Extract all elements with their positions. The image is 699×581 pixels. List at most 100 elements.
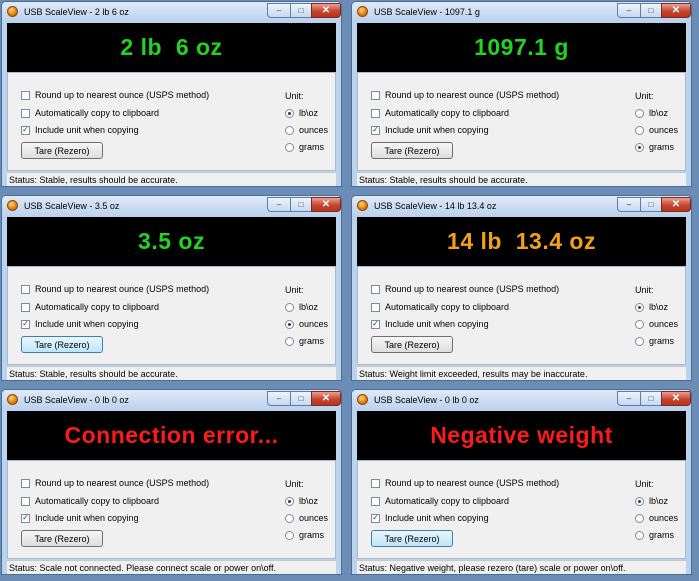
unit-ounces-option[interactable]: ounces [285, 512, 328, 524]
tare-button[interactable]: Tare (Rezero) [21, 142, 103, 159]
scale-app-icon[interactable] [357, 200, 368, 211]
round-up-option[interactable]: Round up to nearest ounce (USPS method) [371, 283, 559, 295]
title-bar[interactable]: USB ScaleView - 3.5 oz – □ ✕ [2, 196, 341, 217]
maximize-button[interactable]: □ [640, 3, 662, 18]
unit-grams-radio[interactable] [285, 530, 294, 540]
unit-ounces-radio[interactable] [635, 125, 644, 135]
auto-copy-option[interactable]: Automatically copy to clipboard [371, 301, 509, 313]
unit-grams-radio[interactable] [635, 530, 644, 540]
auto-copy-option[interactable]: Automatically copy to clipboard [21, 495, 159, 507]
unit-grams-radio[interactable] [285, 142, 294, 152]
minimize-button[interactable]: – [267, 3, 291, 18]
scale-app-icon[interactable] [7, 6, 18, 17]
tare-button[interactable]: Tare (Rezero) [371, 530, 453, 547]
unit-lboz-radio[interactable] [285, 108, 294, 118]
close-button[interactable]: ✕ [311, 3, 341, 18]
unit-ounces-radio[interactable] [285, 125, 294, 135]
unit-grams-option[interactable]: grams [285, 141, 324, 153]
title-bar[interactable]: USB ScaleView - 0 lb 0 oz – □ ✕ [2, 390, 341, 411]
round-up-checkbox[interactable] [21, 478, 30, 488]
close-button[interactable]: ✕ [311, 391, 341, 406]
auto-copy-checkbox[interactable] [371, 108, 380, 118]
unit-lboz-radio[interactable] [285, 496, 294, 506]
maximize-button[interactable]: □ [290, 391, 312, 406]
unit-grams-radio[interactable] [635, 336, 644, 346]
auto-copy-checkbox[interactable] [371, 302, 380, 312]
unit-ounces-radio[interactable] [285, 513, 294, 523]
close-button[interactable]: ✕ [661, 391, 691, 406]
include-unit-checkbox[interactable]: ✓ [371, 319, 380, 329]
unit-ounces-option[interactable]: ounces [285, 318, 328, 330]
title-bar[interactable]: USB ScaleView - 1097.1 g – □ ✕ [352, 2, 691, 23]
minimize-button[interactable]: – [617, 3, 641, 18]
auto-copy-option[interactable]: Automatically copy to clipboard [21, 301, 159, 313]
tare-button[interactable]: Tare (Rezero) [21, 530, 103, 547]
minimize-button[interactable]: – [267, 197, 291, 212]
unit-grams-radio[interactable] [285, 336, 294, 346]
include-unit-option[interactable]: ✓ Include unit when copying [21, 124, 139, 136]
include-unit-option[interactable]: ✓ Include unit when copying [371, 124, 489, 136]
minimize-button[interactable]: – [617, 391, 641, 406]
title-bar[interactable]: USB ScaleView - 14 lb 13.4 oz – □ ✕ [352, 196, 691, 217]
tare-button[interactable]: Tare (Rezero) [371, 142, 453, 159]
round-up-checkbox[interactable] [21, 90, 30, 100]
round-up-option[interactable]: Round up to nearest ounce (USPS method) [21, 477, 209, 489]
auto-copy-option[interactable]: Automatically copy to clipboard [21, 107, 159, 119]
round-up-option[interactable]: Round up to nearest ounce (USPS method) [371, 477, 559, 489]
unit-lboz-option[interactable]: lb\oz [635, 301, 668, 313]
unit-ounces-radio[interactable] [635, 513, 644, 523]
round-up-checkbox[interactable] [371, 90, 380, 100]
close-button[interactable]: ✕ [311, 197, 341, 212]
auto-copy-option[interactable]: Automatically copy to clipboard [371, 495, 509, 507]
tare-button[interactable]: Tare (Rezero) [371, 336, 453, 353]
unit-ounces-radio[interactable] [285, 319, 294, 329]
include-unit-option[interactable]: ✓ Include unit when copying [371, 512, 489, 524]
scale-app-icon[interactable] [357, 394, 368, 405]
scale-app-icon[interactable] [7, 200, 18, 211]
unit-grams-option[interactable]: grams [635, 335, 674, 347]
unit-lboz-option[interactable]: lb\oz [635, 495, 668, 507]
unit-lboz-option[interactable]: lb\oz [285, 301, 318, 313]
unit-grams-radio[interactable] [635, 142, 644, 152]
unit-grams-option[interactable]: grams [635, 529, 674, 541]
unit-ounces-option[interactable]: ounces [635, 124, 678, 136]
scale-app-icon[interactable] [7, 394, 18, 405]
close-button[interactable]: ✕ [661, 197, 691, 212]
round-up-option[interactable]: Round up to nearest ounce (USPS method) [21, 283, 209, 295]
tare-button[interactable]: Tare (Rezero) [21, 336, 103, 353]
unit-ounces-radio[interactable] [635, 319, 644, 329]
unit-lboz-option[interactable]: lb\oz [285, 495, 318, 507]
title-bar[interactable]: USB ScaleView - 2 lb 6 oz – □ ✕ [2, 2, 341, 23]
unit-grams-option[interactable]: grams [285, 529, 324, 541]
include-unit-checkbox[interactable]: ✓ [371, 513, 380, 523]
include-unit-checkbox[interactable]: ✓ [21, 513, 30, 523]
minimize-button[interactable]: – [267, 391, 291, 406]
round-up-option[interactable]: Round up to nearest ounce (USPS method) [21, 89, 209, 101]
minimize-button[interactable]: – [617, 197, 641, 212]
auto-copy-checkbox[interactable] [371, 496, 380, 506]
unit-lboz-radio[interactable] [285, 302, 294, 312]
include-unit-option[interactable]: ✓ Include unit when copying [21, 318, 139, 330]
auto-copy-checkbox[interactable] [21, 496, 30, 506]
include-unit-option[interactable]: ✓ Include unit when copying [21, 512, 139, 524]
auto-copy-option[interactable]: Automatically copy to clipboard [371, 107, 509, 119]
unit-ounces-option[interactable]: ounces [635, 512, 678, 524]
unit-grams-option[interactable]: grams [285, 335, 324, 347]
round-up-option[interactable]: Round up to nearest ounce (USPS method) [371, 89, 559, 101]
maximize-button[interactable]: □ [640, 391, 662, 406]
auto-copy-checkbox[interactable] [21, 108, 30, 118]
include-unit-option[interactable]: ✓ Include unit when copying [371, 318, 489, 330]
include-unit-checkbox[interactable]: ✓ [21, 125, 30, 135]
maximize-button[interactable]: □ [640, 197, 662, 212]
close-button[interactable]: ✕ [661, 3, 691, 18]
maximize-button[interactable]: □ [290, 3, 312, 18]
round-up-checkbox[interactable] [371, 478, 380, 488]
include-unit-checkbox[interactable]: ✓ [371, 125, 380, 135]
unit-lboz-radio[interactable] [635, 302, 644, 312]
title-bar[interactable]: USB ScaleView - 0 lb 0 oz – □ ✕ [352, 390, 691, 411]
unit-lboz-radio[interactable] [635, 496, 644, 506]
unit-ounces-option[interactable]: ounces [285, 124, 328, 136]
unit-lboz-option[interactable]: lb\oz [635, 107, 668, 119]
unit-lboz-option[interactable]: lb\oz [285, 107, 318, 119]
scale-app-icon[interactable] [357, 6, 368, 17]
